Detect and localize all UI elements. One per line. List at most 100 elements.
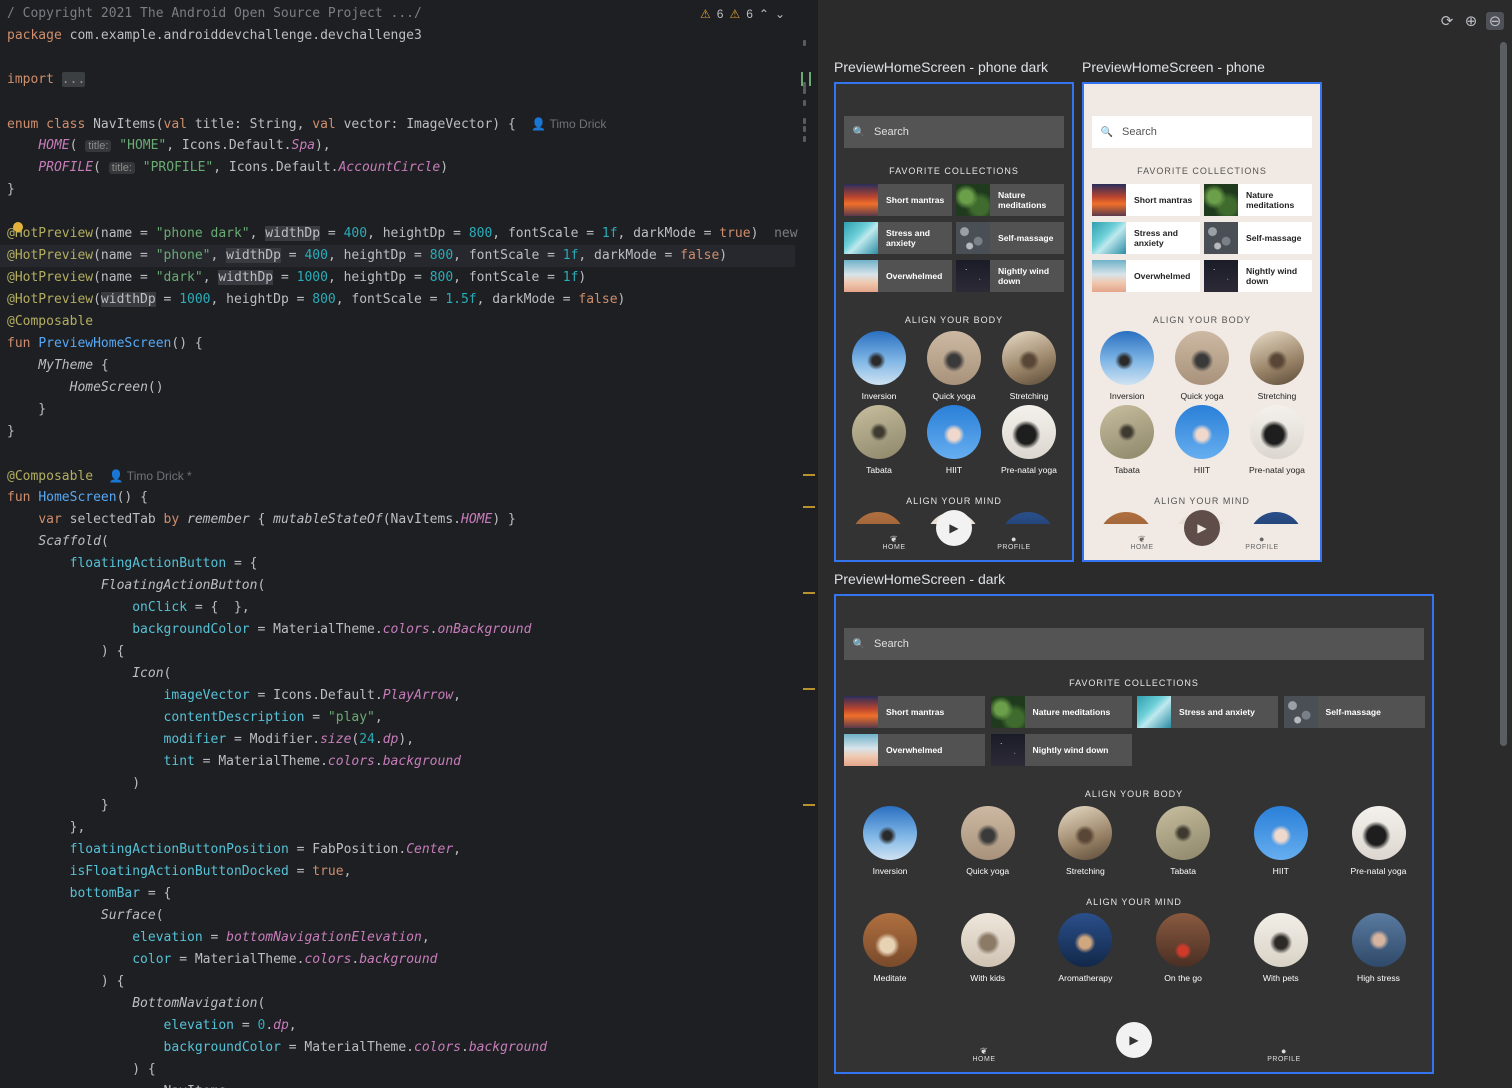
- code-line[interactable]: floatingActionButtonPosition = FabPositi…: [7, 839, 461, 861]
- nav-item-home[interactable]: ❦ HOME: [964, 1046, 1004, 1063]
- stripe-mark[interactable]: [803, 88, 806, 94]
- preview-frame-dark[interactable]: 🔍 Search FAVORITE COLLECTIONS Short mantras…: [834, 594, 1434, 1074]
- warning-stripe-mark[interactable]: [803, 592, 815, 594]
- code-line[interactable]: ) {: [7, 1059, 156, 1081]
- zoom-out-icon[interactable]: ⊖: [1486, 12, 1504, 30]
- code-line[interactable]: / Copyright 2021 The Android Open Source…: [7, 3, 422, 25]
- code-line[interactable]: import ...: [7, 69, 86, 91]
- mind-item[interactable]: With pets: [1241, 913, 1321, 983]
- body-item[interactable]: Tabata: [839, 405, 919, 475]
- search-field[interactable]: 🔍 Search: [844, 628, 1424, 660]
- body-item[interactable]: HIIT: [914, 405, 994, 475]
- code-line[interactable]: }: [7, 399, 46, 421]
- mind-item[interactable]: Meditate: [850, 913, 930, 983]
- code-line[interactable]: }: [7, 421, 15, 443]
- collection-card[interactable]: Nature meditations: [956, 184, 1064, 216]
- code-line[interactable]: @HotPreview(name = "phone", widthDp = 40…: [0, 245, 795, 267]
- collection-card[interactable]: Overwhelmed: [844, 734, 985, 766]
- body-item[interactable]: Pre-natal yoga: [1339, 806, 1419, 876]
- code-line[interactable]: }: [7, 795, 109, 817]
- stripe-mark[interactable]: [803, 118, 806, 124]
- collection-card[interactable]: Nature meditations: [990, 696, 1132, 728]
- stripe-mark[interactable]: [803, 40, 806, 46]
- collection-card[interactable]: Overwhelmed: [1092, 260, 1200, 292]
- prev-highlight-button[interactable]: ⌃: [759, 7, 769, 21]
- body-item[interactable]: Stretching: [1045, 806, 1125, 876]
- code-line[interactable]: PROFILE( title: "PROFILE", Icons.Default…: [7, 157, 448, 179]
- code-line[interactable]: HOME( title: "HOME", Icons.Default.Spa),: [7, 135, 330, 157]
- play-fab-button[interactable]: ▶: [936, 510, 972, 546]
- code-line[interactable]: elevation = bottomNavigationElevation,: [7, 927, 429, 949]
- body-item[interactable]: Inversion: [850, 806, 930, 876]
- next-highlight-button[interactable]: ⌄: [775, 7, 785, 21]
- body-item[interactable]: Tabata: [1087, 405, 1167, 475]
- body-item[interactable]: HIIT: [1162, 405, 1242, 475]
- code-line[interactable]: onClick = { },: [7, 597, 249, 619]
- play-fab-button[interactable]: ▶: [1116, 1022, 1152, 1058]
- code-line[interactable]: bottomBar = {: [7, 883, 172, 905]
- preview-scrollbar[interactable]: [1500, 42, 1507, 746]
- code-line[interactable]: Icon(: [7, 663, 171, 685]
- play-fab-button[interactable]: ▶: [1184, 510, 1220, 546]
- intention-bulb-icon[interactable]: [13, 222, 23, 232]
- stripe-mark[interactable]: [803, 126, 806, 132]
- preview-frame-phone-dark[interactable]: 🔍 Search FAVORITE COLLECTIONS Short mantras…: [834, 82, 1074, 562]
- preview-frame-phone[interactable]: 🔍 Search FAVORITE COLLECTIONS Short mantras…: [1082, 82, 1322, 562]
- body-item[interactable]: Pre-natal yoga: [989, 405, 1069, 475]
- code-line[interactable]: modifier = Modifier.size(24.dp),: [7, 729, 414, 751]
- body-item[interactable]: Inversion: [839, 331, 919, 401]
- warning-stripe-mark[interactable]: [803, 688, 815, 690]
- mind-item[interactable]: With kids: [948, 913, 1028, 983]
- collection-card[interactable]: Short mantras: [844, 184, 952, 216]
- code-line[interactable]: HomeScreen(): [7, 377, 164, 399]
- code-editor[interactable]: / Copyright 2021 The Android Open Source…: [0, 0, 818, 1088]
- collection-card[interactable]: Stress and anxiety: [1137, 696, 1278, 728]
- code-line[interactable]: enum class NavItems(val title: String, v…: [7, 113, 606, 135]
- code-line[interactable]: color = MaterialTheme.colors.background: [7, 949, 437, 971]
- code-line[interactable]: @HotPreview(widthDp = 1000, heightDp = 8…: [7, 289, 625, 311]
- nav-item-profile[interactable]: ● PROFILE: [994, 534, 1034, 551]
- nav-item-home[interactable]: ❦ HOME: [874, 534, 914, 551]
- search-field[interactable]: 🔍 Search: [1092, 116, 1312, 148]
- code-line[interactable]: @Composable: [7, 311, 93, 333]
- mind-item[interactable]: On the go: [1143, 913, 1223, 983]
- collection-card[interactable]: Self-massage: [1204, 222, 1312, 254]
- collection-card[interactable]: Nature meditations: [1204, 184, 1312, 216]
- stripe-mark[interactable]: [803, 100, 806, 106]
- warning-stripe-mark[interactable]: [803, 804, 815, 806]
- body-item[interactable]: HIIT: [1241, 806, 1321, 876]
- code-line[interactable]: @Composable 👤 Timo Drick *: [7, 465, 192, 487]
- code-line[interactable]: backgroundColor = MaterialTheme.colors.o…: [7, 619, 531, 641]
- code-line[interactable]: imageVector = Icons.Default.PlayArrow,: [7, 685, 461, 707]
- code-line[interactable]: ) {: [7, 971, 125, 993]
- code-line[interactable]: floatingActionButton = {: [7, 553, 258, 575]
- zoom-in-icon[interactable]: ⊕: [1462, 12, 1480, 30]
- code-line[interactable]: }: [7, 179, 15, 201]
- collection-card[interactable]: Short mantras: [844, 696, 985, 728]
- code-line[interactable]: Scaffold(: [7, 531, 108, 553]
- code-line[interactable]: package com.example.androiddevchallenge.…: [7, 25, 422, 47]
- body-item[interactable]: Quick yoga: [1162, 331, 1242, 401]
- code-line[interactable]: BottomNavigation(: [7, 993, 265, 1015]
- collection-card[interactable]: Stress and anxiety: [844, 222, 952, 254]
- body-item[interactable]: Stretching: [1237, 331, 1317, 401]
- mind-item[interactable]: Aromatherapy: [1045, 913, 1125, 983]
- code-line[interactable]: @HotPreview(name = "dark", widthDp = 100…: [7, 267, 586, 289]
- warning-stripe-mark[interactable]: [803, 474, 815, 476]
- collection-card[interactable]: Nightly wind down: [1204, 260, 1312, 292]
- collection-card[interactable]: Stress and anxiety: [1092, 222, 1200, 254]
- code-line[interactable]: Surface(: [7, 905, 164, 927]
- code-line[interactable]: contentDescription = "play",: [7, 707, 383, 729]
- code-line[interactable]: ) {: [7, 641, 125, 663]
- code-line[interactable]: },: [7, 817, 86, 839]
- search-field[interactable]: 🔍 Search: [844, 116, 1064, 148]
- code-line[interactable]: tint = MaterialTheme.colors.background: [7, 751, 461, 773]
- stripe-mark[interactable]: [803, 136, 806, 142]
- code-line[interactable]: FloatingActionButton(: [7, 575, 265, 597]
- collection-card[interactable]: Overwhelmed: [844, 260, 952, 292]
- collection-card[interactable]: Self-massage: [1283, 696, 1425, 728]
- nav-item-home[interactable]: ❦ HOME: [1122, 534, 1162, 551]
- collection-card[interactable]: Short mantras: [1092, 184, 1200, 216]
- body-item[interactable]: Quick yoga: [948, 806, 1028, 876]
- inspection-widget[interactable]: ⚠ 6 ⚠ 6 ⌃ ⌄: [700, 4, 785, 24]
